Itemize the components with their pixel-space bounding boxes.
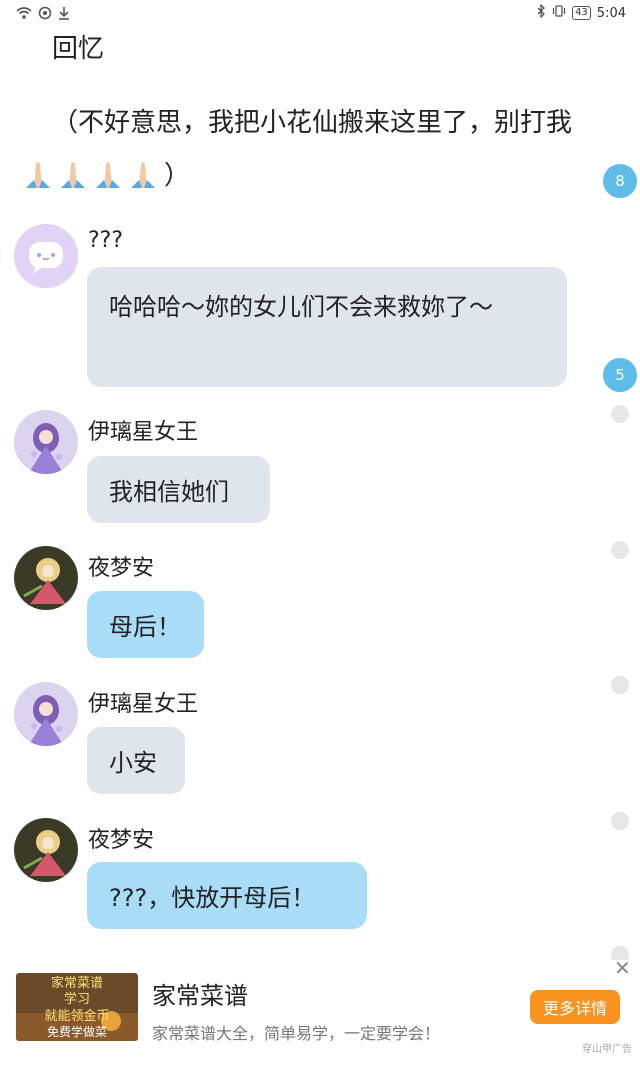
intro-text-line2: （不好意思，我把小花仙搬来这里了，别打我	[52, 108, 573, 138]
message-bubble[interactable]: 母后！	[87, 591, 204, 658]
intro-text-line3: ）	[22, 155, 190, 192]
avatar[interactable]	[14, 224, 78, 288]
ad-thumb-text: 免费学做菜	[47, 1024, 107, 1039]
message-bubble[interactable]: 我相信她们	[87, 456, 270, 523]
pray-hands-icon	[22, 158, 55, 190]
comment-dot[interactable]	[611, 541, 629, 559]
comment-count-badge[interactable]: 5	[603, 358, 637, 392]
status-bar: 43 5:04	[0, 0, 640, 26]
avatar[interactable]	[14, 818, 78, 882]
ad-thumbnail[interactable]: 家常菜谱 学习 就能领金币 免费学做菜	[16, 973, 138, 1041]
comment-count-badge[interactable]: 8	[603, 164, 637, 198]
ad-banner[interactable]: 家常菜谱 学习 就能领金币 免费学做菜 家常菜谱 家常菜谱大全，简单易学，一定要…	[0, 956, 640, 1067]
sender-name: 夜梦安	[88, 828, 155, 853]
message-bubble[interactable]: ???，快放开母后！	[87, 862, 367, 929]
pray-hands-icon	[57, 158, 90, 190]
ad-thumb-text: 就能领金币	[44, 1008, 109, 1024]
comment-dot[interactable]	[611, 676, 629, 694]
bluetooth-icon	[537, 3, 546, 22]
download-icon	[58, 5, 70, 24]
avatar[interactable]	[14, 410, 78, 474]
sender-name: ???	[88, 228, 124, 253]
vibrate-icon	[552, 4, 566, 22]
ad-thumb-text: 家常菜谱	[51, 975, 103, 991]
wifi-icon	[16, 5, 32, 24]
message-bubble[interactable]: 哈哈哈～妳的女儿们不会来救妳了～	[87, 267, 567, 387]
close-icon[interactable]: ✕	[614, 956, 631, 980]
pray-hands-icon	[127, 158, 160, 190]
clock: 5:04	[596, 5, 626, 21]
ad-source-label: 穿山甲广告	[582, 1044, 632, 1055]
message-bubble[interactable]: 小安	[87, 727, 185, 794]
comment-dot[interactable]	[611, 405, 629, 423]
sender-name: 夜梦安	[88, 556, 155, 581]
comment-dot[interactable]	[611, 812, 629, 830]
pray-hands-group	[22, 158, 160, 190]
battery-indicator: 43	[572, 6, 591, 20]
intro-closing-paren: ）	[164, 161, 191, 191]
ad-title[interactable]: 家常菜谱	[152, 976, 248, 1011]
avatar[interactable]	[14, 546, 78, 610]
intro-text-line1: 回忆	[52, 34, 105, 64]
sender-name: 伊璃星女王	[88, 420, 199, 445]
status-left	[16, 5, 70, 24]
sender-name: 伊璃星女王	[88, 692, 199, 717]
data-saver-icon	[38, 5, 52, 24]
ad-thumb-text: 学习	[64, 991, 90, 1007]
status-right: 43 5:04	[537, 3, 626, 22]
ad-description[interactable]: 家常菜谱大全，简单易学，一定要学会！	[152, 1020, 440, 1044]
pray-hands-icon	[92, 158, 125, 190]
ad-more-details-button[interactable]: 更多详情	[530, 990, 620, 1024]
avatar[interactable]	[14, 682, 78, 746]
